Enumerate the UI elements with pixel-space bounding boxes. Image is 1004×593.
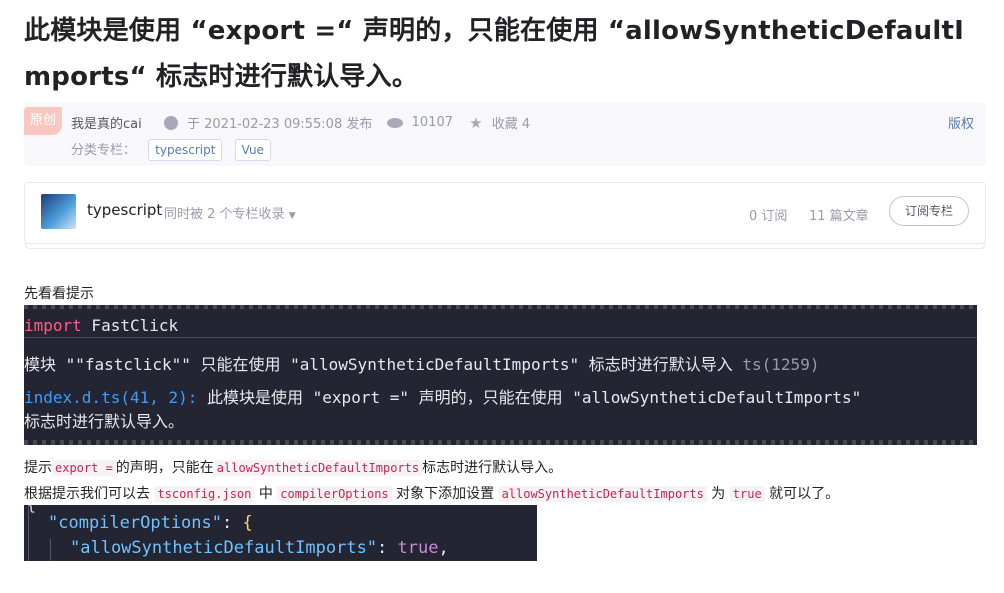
config-code-screenshot: { "compilerOptions": { "allowSyntheticDe… [24, 505, 537, 561]
ts-error-code: ts(1259) [742, 355, 820, 374]
article-meta: 原创 我是真的cai 于 2021-02-23 09:55:08 发布 1010… [24, 103, 986, 166]
p3-text-e: 就可以了。 [764, 486, 840, 502]
original-badge: 原创 [24, 107, 62, 135]
inline-code-flag: allowSyntheticDefaultImports [213, 460, 423, 476]
subscribe-column-button[interactable]: 订阅专栏 [889, 196, 969, 226]
p3-text-b: 中 [254, 486, 278, 502]
p3-text-d: 为 [706, 486, 730, 502]
p3-text-a: 根据提示我们可以去 [24, 486, 155, 502]
tooltip-line-4: 标志时进行默认导入。 [24, 408, 184, 432]
category-row: 分类专栏： typescript Vue [71, 139, 271, 161]
meta-row: 我是真的cai 于 2021-02-23 09:55:08 发布 10107 ★… [71, 113, 530, 133]
tag-typescript[interactable]: typescript [148, 139, 223, 161]
code-brace-open: { [242, 513, 253, 533]
indent-guide-1 [28, 505, 29, 561]
column-cover-image[interactable] [41, 194, 76, 229]
key-compileroptions: "compilerOptions" [48, 513, 222, 533]
tooltip-line-3: index.d.ts(41, 2): 此模块是使用 "export =" 声明的… [24, 384, 861, 408]
source-link[interactable]: index.d.ts(41, 2): [24, 388, 197, 407]
inline-code-tsconfig: tsconfig.json [154, 486, 255, 502]
tooltip-divider [24, 337, 977, 338]
indent-guide-2 [50, 539, 51, 561]
hint-paragraph: 提示 export = 的声明，只能在 allowSyntheticDefaultIm… [24, 457, 562, 477]
code-line-2: "allowSyntheticDefaultImports": true, [70, 538, 449, 558]
p2-text-b: 的声明，只能在 [115, 460, 214, 476]
inline-code-export: export = [52, 460, 116, 476]
inline-code-compileroptions: compilerOptions [277, 486, 392, 502]
code-comma: , [438, 538, 449, 558]
import-keyword: import [24, 316, 82, 335]
star-icon: ★ [469, 113, 483, 132]
tooltip-continued: 标志时进行默认导入。 [24, 412, 185, 431]
caret-down-icon: ▼ [288, 211, 296, 221]
tag-vue[interactable]: Vue [234, 139, 271, 161]
code-line-1: "compilerOptions": { [48, 513, 253, 533]
p2-text-a: 提示 [24, 460, 52, 476]
import-name: FastClick [81, 316, 179, 335]
column-subscribers: 0 订阅 [749, 209, 788, 224]
column-card: typescript 同时被 2 个专栏收录 ▼ 0 订阅 11 篇文章 订阅专… [24, 182, 986, 249]
publish-date: 于 2021-02-23 09:55:08 发布 [187, 117, 373, 132]
solution-paragraph: 根据提示我们可以去 tsconfig.json 中 compilerOption… [24, 483, 839, 503]
code-colon-1: : [222, 513, 243, 533]
cropped-edge-bottom [24, 440, 977, 445]
author-link[interactable]: 我是真的cai [71, 113, 142, 132]
category-label: 分类专栏： [71, 143, 137, 158]
eye-icon [386, 117, 403, 128]
tooltip-screenshot: import FastClick 模块 ""fastclick"" 只能在使用 … [24, 305, 977, 445]
p3-text-c: 对象下添加设置 [391, 486, 499, 502]
p2-text-c: 标志时进行默认导入。 [422, 460, 563, 476]
tooltip-related: 此模块是使用 "export =" 声明的，只能在使用 "allowSynthe… [197, 388, 862, 407]
tooltip-line-2: 模块 ""fastclick"" 只能在使用 "allowSyntheticDe… [24, 351, 819, 375]
value-true: true [397, 538, 439, 558]
key-allowsynthetic: "allowSyntheticDefaultImports" [70, 538, 378, 558]
tooltip-line-1: import FastClick [24, 316, 178, 335]
copyright-link[interactable]: 版权 [948, 113, 974, 132]
clock-icon [163, 115, 178, 130]
intro-text: 先看看提示 [24, 286, 94, 302]
code-colon-2: : [377, 538, 398, 558]
column-article-count: 11 篇文章 [809, 209, 869, 224]
favorite-count[interactable]: 收藏 4 [492, 113, 530, 132]
view-count: 10107 [411, 115, 453, 130]
inline-code-flag-2: allowSyntheticDefaultImports [498, 486, 707, 502]
card-stack-edge [25, 242, 985, 249]
tooltip-message: 模块 ""fastclick"" 只能在使用 "allowSyntheticDe… [24, 355, 743, 374]
article-title: 此模块是使用 “export =“ 声明的，只能在使用 “allowSynthe… [24, 16, 964, 92]
column-collect-note[interactable]: 同时被 2 个专栏收录 ▼ [164, 203, 296, 222]
column-name[interactable]: typescript [87, 201, 162, 219]
column-note-text: 同时被 2 个专栏收录 [164, 207, 285, 222]
cropped-edge-top [24, 305, 977, 309]
inline-code-true: true [729, 486, 765, 502]
